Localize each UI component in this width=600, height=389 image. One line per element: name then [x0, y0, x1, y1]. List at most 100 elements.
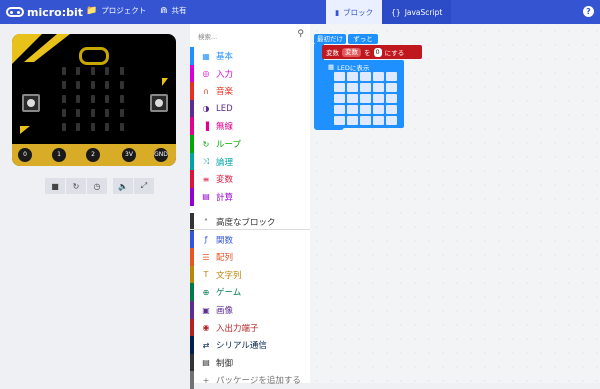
stop-icon: ■ — [51, 181, 59, 191]
projects-label: プロジェクト — [101, 6, 147, 15]
led-cell[interactable] — [334, 105, 345, 114]
logo-touch-icon — [79, 47, 109, 65]
logo-icon — [6, 7, 24, 17]
target-icon: ◎ — [202, 69, 210, 79]
chevron-up-icon: ˄ — [204, 217, 208, 227]
led-cell[interactable] — [347, 94, 358, 103]
pin-2[interactable]: 2 — [86, 148, 100, 162]
category-label: 入出力端子 — [216, 323, 259, 334]
category-color-bar — [190, 248, 194, 267]
led — [119, 123, 124, 131]
led-cell[interactable] — [386, 83, 397, 92]
led-cell[interactable] — [360, 116, 371, 125]
led-cell[interactable] — [386, 72, 397, 81]
microbit-logo[interactable]: micro:bit — [6, 4, 83, 20]
category-target[interactable]: ◎ 入力 — [190, 64, 310, 83]
value-input[interactable]: 0 — [373, 47, 382, 57]
share-button[interactable]: ⋒ 共有 — [160, 5, 187, 16]
led-cell[interactable] — [347, 116, 358, 125]
led — [62, 95, 66, 103]
category-grid[interactable]: ▦ 基本 — [190, 47, 310, 65]
led-cell[interactable] — [373, 83, 384, 92]
led-cell[interactable] — [347, 83, 358, 92]
category-usb[interactable]: ⇄ シリアル通信 — [190, 336, 310, 355]
category-color-bar — [190, 170, 194, 189]
fullscreen-button[interactable]: ⤢ — [134, 178, 154, 194]
category-gamepad[interactable]: ⊕ ゲーム — [190, 283, 310, 302]
led — [76, 95, 81, 103]
category-function[interactable]: ƒ 関数 — [190, 230, 310, 249]
category-image[interactable]: ▣ 画像 — [190, 301, 310, 319]
set-variable-block[interactable]: 変数 変数 を 0 にする — [322, 45, 422, 59]
pin-0[interactable]: 0 — [18, 148, 32, 162]
led-cell[interactable] — [360, 72, 371, 81]
led — [105, 109, 110, 117]
tab-javascript-label: JavaScript — [404, 7, 443, 17]
category-refresh[interactable]: ↻ ループ — [190, 135, 310, 153]
led-cell[interactable] — [386, 105, 397, 114]
led-cell[interactable] — [373, 94, 384, 103]
stop-button[interactable]: ■ — [45, 178, 65, 194]
led-cell[interactable] — [334, 72, 345, 81]
forever-block[interactable]: ずっと — [348, 34, 378, 44]
led-cell[interactable] — [360, 105, 371, 114]
led-cell[interactable] — [334, 83, 345, 92]
toolbox-search[interactable]: 検索... ⚲ — [190, 24, 310, 46]
led-cell[interactable] — [386, 94, 397, 103]
category-label: ゲーム — [216, 288, 242, 299]
search-icon[interactable]: ⚲ — [297, 29, 304, 39]
led-editor-grid — [334, 72, 397, 125]
mute-button[interactable]: 🔈 — [113, 178, 133, 194]
tab-javascript[interactable]: {} JavaScript — [382, 0, 452, 24]
led-cell[interactable] — [360, 94, 371, 103]
mute-icon: 🔈 — [118, 181, 128, 191]
tab-blocks[interactable]: ▮ ブロック — [326, 0, 383, 24]
pin-gnd: GND — [154, 148, 168, 162]
led-cell[interactable] — [360, 83, 371, 92]
blocks-workspace[interactable]: 最初だけ ずっと 変数 変数 を 0 にする ▦ LEDに表示 — [310, 24, 600, 383]
category-label: 音楽 — [216, 87, 234, 98]
fullscreen-icon: ⤢ — [140, 181, 148, 190]
slowmo-button[interactable]: ◷ — [87, 178, 107, 194]
category-label: 入力 — [216, 69, 234, 80]
projects-button[interactable]: 📁 プロジェクト — [86, 5, 146, 16]
button-b[interactable] — [150, 94, 168, 112]
braces-icon: {} — [391, 7, 401, 17]
led-cell[interactable] — [334, 94, 345, 103]
led — [105, 123, 110, 131]
led-cell[interactable] — [334, 116, 345, 125]
show-leds-block[interactable]: ▦ LEDに表示 — [322, 60, 404, 128]
category-control[interactable]: ▤ 制御 — [190, 353, 310, 372]
microbit-board[interactable]: 0 1 2 3V GND — [12, 34, 176, 166]
text-icon: T — [203, 270, 209, 280]
category-calculator[interactable]: ▤ 計算 — [190, 187, 310, 206]
led-cell[interactable] — [373, 105, 384, 114]
led-cell[interactable] — [386, 116, 397, 125]
category-list[interactable]: ≡ 変数 — [190, 170, 310, 189]
restart-button[interactable]: ↻ — [66, 178, 86, 194]
button-a[interactable] — [22, 94, 40, 112]
category-shuffle[interactable]: ⤨ 論理 — [190, 152, 310, 171]
pin-1[interactable]: 1 — [52, 148, 66, 162]
led-cell[interactable] — [373, 116, 384, 125]
category-color-bar — [190, 187, 194, 206]
category-array[interactable]: ☰ 配列 — [190, 248, 310, 267]
led-cell[interactable] — [373, 72, 384, 81]
category-signal[interactable]: ▐ 無線 — [190, 117, 310, 136]
variable-dropdown[interactable]: 変数 — [342, 47, 361, 57]
led-cell[interactable] — [347, 105, 358, 114]
category-plus[interactable]: + パッケージを追加する — [190, 371, 310, 389]
category-color-bar — [190, 230, 194, 249]
led — [90, 81, 95, 89]
category-text[interactable]: T 文字列 — [190, 265, 310, 284]
led — [105, 81, 110, 89]
category-headphones[interactable]: ∩ 音楽 — [190, 82, 310, 101]
on-start-block[interactable]: 最初だけ — [314, 34, 346, 44]
category-color-bar — [190, 283, 194, 302]
led-cell[interactable] — [347, 72, 358, 81]
category-pin[interactable]: ◉ 入出力端子 — [190, 318, 310, 337]
toolbox-divider — [190, 229, 310, 230]
search-input[interactable]: 検索... — [198, 31, 217, 41]
category-toggle[interactable]: ◑ LED — [190, 99, 310, 118]
help-icon[interactable]: ? — [583, 6, 594, 17]
